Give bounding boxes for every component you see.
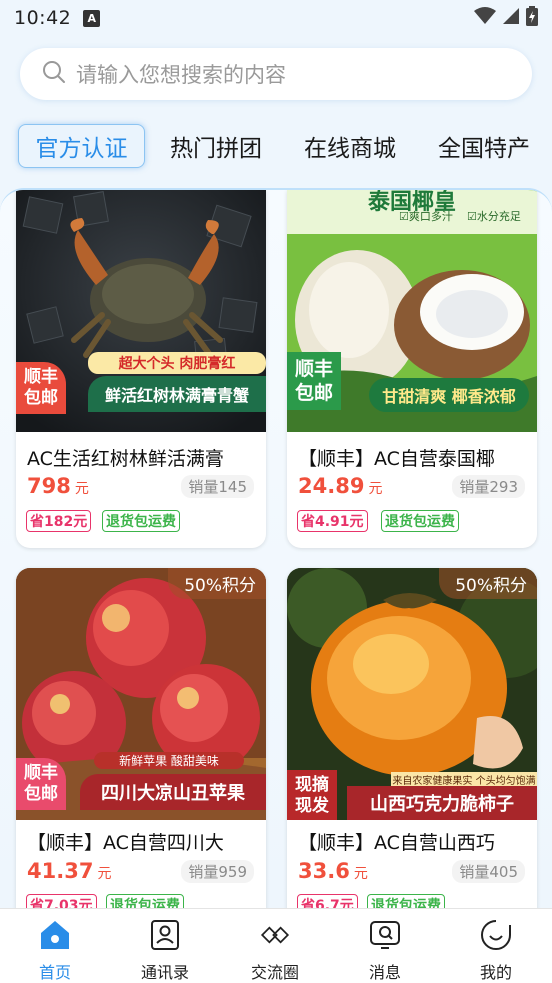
product-image-apple[interactable]: 50%积分 新鲜苹果 酸甜美味 四川大凉山丑苹果 顺丰 包邮 [16,568,266,820]
corner-label-line1: 现摘 [295,775,329,795]
promo-banner: 四川大凉山丑苹果 [80,774,266,810]
corner-label-line2: 包邮 [24,388,58,408]
signal-icon [502,7,520,29]
shipping-corner-badge: 顺丰 包邮 [287,352,342,410]
contacts-icon [149,919,181,951]
nav-label: 首页 [38,963,71,982]
corner-label-line1: 顺丰 [24,367,58,387]
product-image-crab[interactable]: 鲜活红树林满膏青蟹 超大个头 肉肥膏红 顺丰 包邮 [16,190,266,432]
points-badge: 50%积分 [439,568,537,599]
product-card[interactable]: 鲜活红树林满膏青蟹 超大个头 肉肥膏红 顺丰 包邮 AC生活红树林鲜活满膏 79… [16,190,266,548]
promo-slogan: 来自农家健康果实 个头均匀饱满 [391,772,537,787]
product-title[interactable]: 【顺丰】AC自营泰国椰 [298,444,528,471]
sales-count: 销量405 [452,860,525,883]
shipping-corner-badge: 顺丰 包邮 [16,758,66,810]
product-price: 41.37 元 [27,859,111,883]
promo-banner: 山西巧克力脆柿子 [347,786,537,820]
save-tag: 省4.91元 [297,510,368,532]
wifi-icon [474,7,496,29]
points-badge: 50%积分 [168,568,266,599]
product-card[interactable]: 泰国椰皇 ☑爽口多汁 ☑水分充足 甘甜清爽 椰香浓郁 顺丰 包邮 【顺丰】AC自… [287,190,537,548]
corner-label-line2: 包邮 [24,784,58,804]
price-currency: 元 [74,481,89,497]
product-feed[interactable]: 鲜活红树林满膏青蟹 超大个头 肉肥膏红 顺丰 包邮 AC生活红树林鲜活满膏 79… [0,188,552,908]
search-icon [42,60,66,88]
return-shipping-tag: 退货包运费 [381,510,459,532]
search-input[interactable]: 请输入您想搜索的内容 [76,59,286,89]
profile-icon [480,919,512,951]
status-bar: 10:42 A [0,0,552,36]
return-shipping-tag: 退货包运费 [106,894,184,908]
circle-icon [259,919,291,951]
shipping-corner-badge: 顺丰 包邮 [16,362,66,414]
nav-messages[interactable]: 消息 [330,909,440,983]
corner-label-line1: 顺丰 [24,763,58,783]
corner-label-line2: 现发 [295,796,329,816]
return-shipping-tag: 退货包运费 [367,894,445,908]
product-image-persimmon[interactable]: 50%积分 来自农家健康果实 个头均匀饱满 山西巧克力脆柿子 现摘 现发 [287,568,537,820]
product-price: 33.6 元 [298,859,368,883]
promo-slogan: 超大个头 肉肥膏红 [88,352,266,374]
promo-slogan: 新鲜苹果 酸甜美味 [94,752,244,769]
nav-label: 我的 [479,963,512,982]
save-tag: 省182元 [26,510,92,532]
tab-local-specialties[interactable]: 全国特产 [424,124,544,168]
return-shipping-tag: 退货包运费 [102,510,180,532]
feature-1: ☑爽口多汁 [399,210,453,223]
promo-banner: 鲜活红树林满膏青蟹 [88,376,266,412]
battery-icon [526,6,538,30]
nav-home[interactable]: 首页 [0,909,110,983]
product-title[interactable]: AC生活红树林鲜活满膏 [27,444,257,471]
sales-count: 销量145 [181,475,254,498]
search-box[interactable]: 请输入您想搜索的内容 [20,48,532,100]
nav-profile[interactable]: 我的 [441,909,551,983]
price-currency: 元 [97,866,112,882]
nav-community[interactable]: 交流圈 [220,909,330,983]
price-value: 41.37 [27,859,94,883]
feature-2: ☑水分充足 [467,210,521,223]
product-title[interactable]: 【顺丰】AC自营四川大 [27,828,257,855]
product-title[interactable]: 【顺丰】AC自营山西巧 [298,828,528,855]
nav-label: 消息 [368,963,401,982]
shipping-corner-badge: 现摘 现发 [287,770,337,820]
product-image-coconut[interactable]: 泰国椰皇 ☑爽口多汁 ☑水分充足 甘甜清爽 椰香浓郁 顺丰 包邮 [287,190,537,432]
nav-label: 通讯录 [140,963,189,982]
price-currency: 元 [353,866,368,882]
sales-count: 销量959 [181,860,254,883]
save-tag: 省7.03元 [26,894,97,908]
corner-label-line2: 包邮 [295,382,334,404]
price-value: 33.6 [298,859,350,883]
product-price: 798 元 [27,474,89,498]
nav-contacts[interactable]: 通讯录 [110,909,220,983]
price-value: 798 [27,474,71,498]
price-value: 24.89 [298,474,365,498]
tab-official-certified[interactable]: 官方认证 [18,124,145,168]
message-icon [369,919,401,951]
corner-label-line1: 顺丰 [295,358,334,380]
tab-online-mall[interactable]: 在线商城 [290,124,410,168]
product-card[interactable]: 50%积分 新鲜苹果 酸甜美味 四川大凉山丑苹果 顺丰 包邮 【顺丰】AC自营四… [16,568,266,908]
category-tabs: 官方认证 热门拼团 在线商城 全国特产 [0,120,552,172]
nav-label: 交流圈 [250,963,299,982]
promo-banner: 甘甜清爽 椰香浓郁 [369,378,529,412]
sales-count: 销量293 [452,475,525,498]
tab-hot-group-buy[interactable]: 热门拼团 [156,124,276,168]
product-price: 24.89 元 [298,474,382,498]
bottom-nav: 首页 通讯录 交流圈 消息 我的 [0,908,552,983]
save-tag: 省6.7元 [297,894,358,908]
home-icon [39,919,71,951]
product-card[interactable]: 50%积分 来自农家健康果实 个头均匀饱满 山西巧克力脆柿子 现摘 现发 【顺丰… [287,568,537,908]
status-time: 10:42 [14,7,72,29]
notification-icon: A [83,9,101,27]
price-currency: 元 [368,481,383,497]
